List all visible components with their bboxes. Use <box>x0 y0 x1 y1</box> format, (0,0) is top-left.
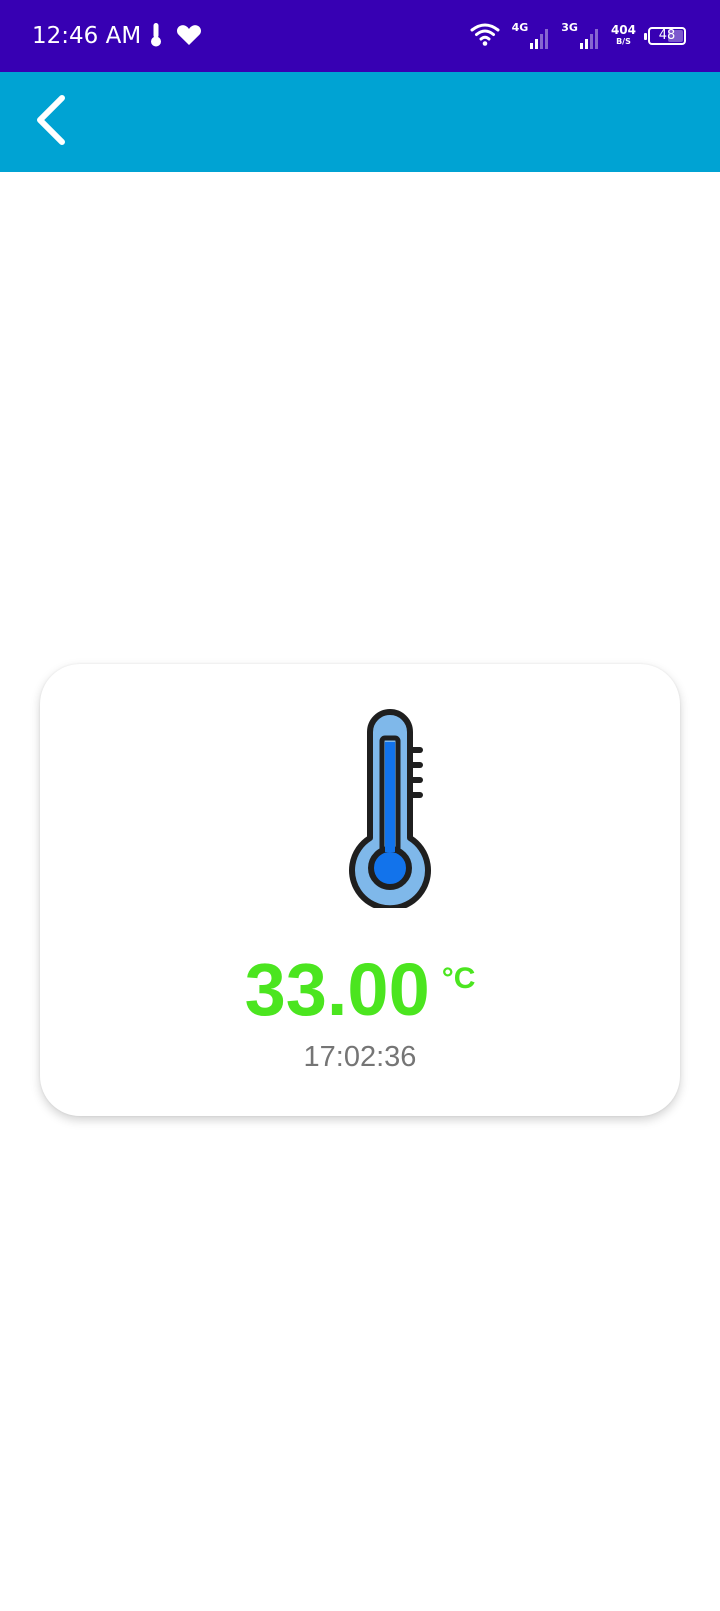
back-button[interactable] <box>20 92 80 152</box>
temperature-value: 33.00 <box>244 948 430 1031</box>
reading-timestamp: 17:02:36 <box>303 1041 417 1073</box>
temperature-unit: °C <box>441 962 476 995</box>
wifi-icon <box>470 21 500 51</box>
status-bar: 12:46 AM 4G 3G 404 B/S 48 <box>0 0 720 72</box>
temperature-card: 33.00 °C 17:02:36 <box>40 664 680 1116</box>
status-system-icons: 4G 3G 404 B/S 48 <box>470 20 686 52</box>
chevron-left-icon <box>32 94 68 150</box>
network-speed: 404 B/S <box>610 23 636 47</box>
app-bar <box>0 72 720 172</box>
battery-tip <box>644 33 647 40</box>
network-speed-unit: B/S <box>616 37 631 46</box>
thermometer-notification-icon <box>150 22 162 52</box>
battery-level: 48 <box>658 28 676 43</box>
signal-4g-icon: 4G <box>512 22 550 50</box>
network-type-label: 3G <box>561 21 578 34</box>
temperature-reading: 33.00 °C <box>40 950 680 1030</box>
thermometer-icon <box>316 708 446 912</box>
heart-icon <box>176 24 202 50</box>
status-time: 12:46 AM <box>32 23 142 49</box>
status-notification-icons <box>150 22 202 52</box>
battery-icon: 48 <box>644 27 686 45</box>
signal-3g-icon: 3G <box>561 22 599 50</box>
network-speed-value: 404 <box>610 23 636 37</box>
network-type-label: 4G <box>511 21 529 34</box>
